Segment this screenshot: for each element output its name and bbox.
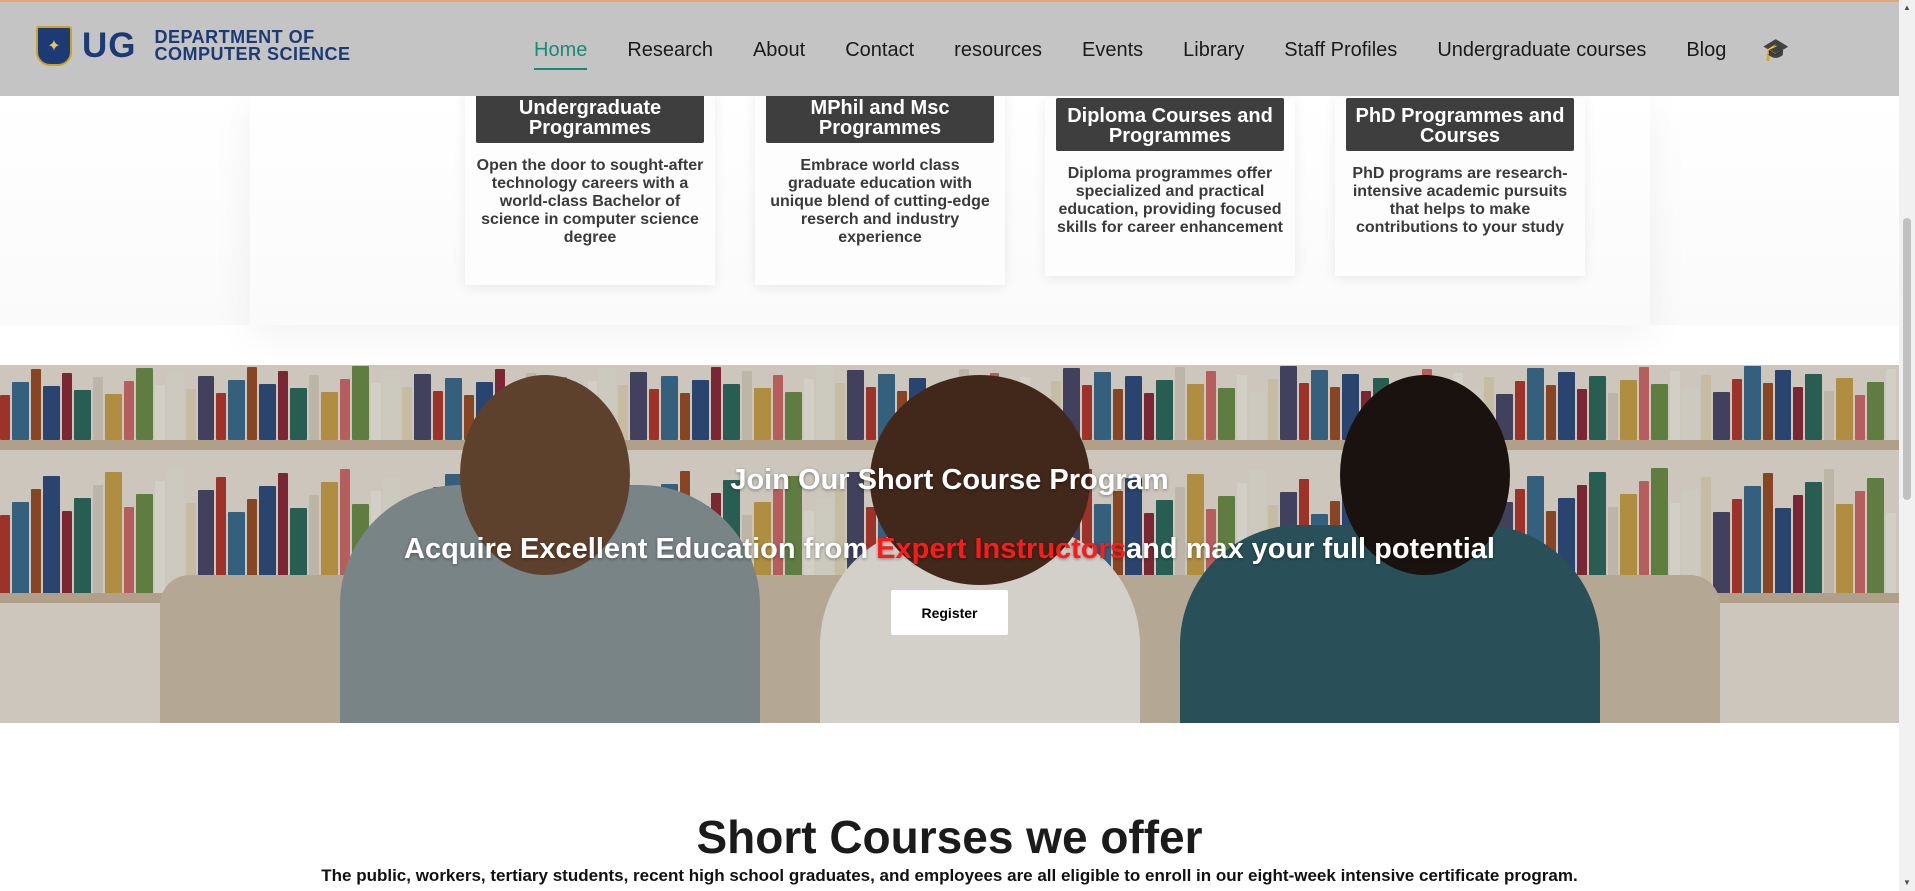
program-card-text: Diploma programmes offer specialized and… <box>1057 165 1283 236</box>
banner-title: Join Our Short Course Program <box>730 464 1169 496</box>
nav-resources[interactable]: resources <box>954 39 1042 62</box>
short-courses-description: The public, workers, tertiary students, … <box>321 866 1578 885</box>
program-card-text: PhD programs are research-intensive acad… <box>1352 165 1568 236</box>
banner-subtitle-end: and max your full potential <box>1125 533 1495 565</box>
banner-subtitle-highlight: Expert Instructors <box>876 533 1126 565</box>
nav-research[interactable]: Research <box>627 39 713 62</box>
department-name: DEPARTMENT OF COMPUTER SCIENCE <box>154 28 351 64</box>
program-card-title: Undergraduate Programmes <box>476 92 704 143</box>
nav-contact[interactable]: Contact <box>845 39 914 62</box>
ug-crest-icon: ✦ <box>36 26 72 66</box>
scrollbar-thumb[interactable] <box>1903 218 1911 500</box>
program-card-undergraduate[interactable]: Undergraduate Programmes Open the door t… <box>465 92 715 285</box>
program-card-title: MPhil and Msc Programmes <box>766 92 994 143</box>
banner-subtitle: Acquire Excellent Education from Expert … <box>0 533 1899 566</box>
program-card-text: Open the door to sought-after technology… <box>476 157 704 246</box>
site-logo[interactable]: ✦ UG DEPARTMENT OF COMPUTER SCIENCE <box>36 26 351 66</box>
program-card-mphil-msc[interactable]: MPhil and Msc Programmes Embrace world c… <box>755 92 1005 285</box>
site-header: ✦ UG DEPARTMENT OF COMPUTER SCIENCE Home… <box>0 0 1899 96</box>
department-name-line2: COMPUTER SCIENCE <box>154 44 351 64</box>
short-course-banner: Join Our Short Course Program Acquire Ex… <box>0 365 1899 723</box>
nav-library[interactable]: Library <box>1183 39 1244 62</box>
nav-about[interactable]: About <box>753 39 805 62</box>
graduation-cap-icon[interactable]: 🎓 <box>1762 37 1789 63</box>
program-card-diploma[interactable]: Diploma Courses and Programmes Diploma p… <box>1045 98 1295 276</box>
program-card-title: Diploma Courses and Programmes <box>1056 98 1284 151</box>
program-card-phd[interactable]: PhD Programmes and Courses PhD programs … <box>1335 98 1585 276</box>
register-button[interactable]: Register <box>891 590 1008 635</box>
banner-subtitle-start: Acquire Excellent Education from <box>404 533 877 565</box>
logo-text: UG <box>82 26 137 65</box>
main-nav: Home Research About Contact resources Ev… <box>534 2 1790 98</box>
nav-blog[interactable]: Blog <box>1686 39 1726 62</box>
nav-home[interactable]: Home <box>534 39 588 70</box>
scroll-down-icon[interactable]: ▼ <box>1899 875 1915 891</box>
page-scrollbar[interactable]: ▲ ▼ <box>1899 0 1915 891</box>
scroll-up-icon[interactable]: ▲ <box>1899 0 1915 16</box>
program-card-title: PhD Programmes and Courses <box>1346 98 1574 151</box>
short-courses-title: Short Courses we offer <box>696 811 1203 863</box>
nav-events[interactable]: Events <box>1082 39 1143 62</box>
program-card-text: Embrace world class graduate education w… <box>770 157 990 246</box>
nav-staff-profiles[interactable]: Staff Profiles <box>1284 39 1397 62</box>
nav-undergraduate-courses[interactable]: Undergraduate courses <box>1437 39 1646 62</box>
